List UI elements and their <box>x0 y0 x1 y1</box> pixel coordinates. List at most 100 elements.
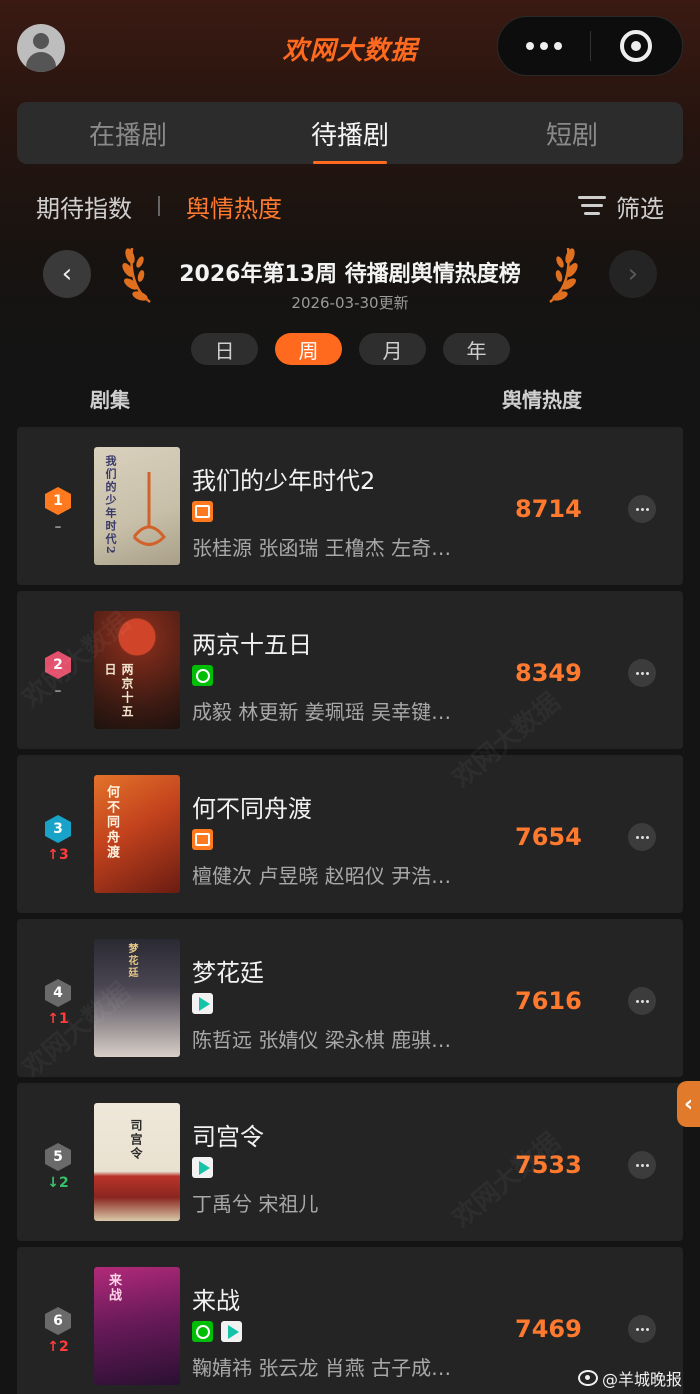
rank-change: ↑1 <box>47 1011 69 1027</box>
heat-value: 7654 <box>515 823 582 851</box>
avatar[interactable] <box>17 24 65 72</box>
period-tab-month[interactable]: 月 <box>359 333 426 365</box>
close-mini-program-button[interactable] <box>591 17 683 75</box>
show-title[interactable]: 两京十五日 <box>192 625 312 660</box>
tencent-video-icon <box>192 993 213 1014</box>
credit-text: @羊城晚报 <box>602 1370 683 1389</box>
next-period-button[interactable]: › <box>609 250 657 298</box>
tab-expectation-index[interactable]: 期待指数 <box>36 189 132 224</box>
app-header: 欢网大数据 <box>0 0 700 95</box>
board-title: 2026年第13周 待播剧舆情热度榜 <box>179 262 521 287</box>
metric-divider <box>158 196 160 216</box>
ranking-list: 1 – 我们的少年时代2 我们的少年时代2 张桂源 张函瑞 王橹杰 左奇… 87… <box>17 427 683 1394</box>
mini-program-capsule <box>497 16 683 76</box>
weibo-icon <box>578 1370 598 1386</box>
show-poster[interactable]: 何不同舟渡 <box>94 775 180 893</box>
brand-text: 欢网大数据 <box>282 35 418 66</box>
previous-period-button[interactable]: ‹ <box>43 250 91 298</box>
poster-title: 何不同舟渡 <box>104 785 119 860</box>
mango-tv-icon <box>192 829 213 850</box>
heat-value: 7469 <box>515 1315 582 1343</box>
iqiyi-icon <box>192 1321 213 1342</box>
avatar-body-icon <box>26 52 56 72</box>
tab-public-opinion-heat[interactable]: 舆情热度 <box>186 189 282 224</box>
rank-change: ↑2 <box>47 1339 69 1355</box>
iqiyi-icon <box>192 665 213 686</box>
heat-value: 7533 <box>515 1151 582 1179</box>
more-menu-button[interactable] <box>498 17 590 75</box>
heat-value: 7616 <box>515 987 582 1015</box>
platform-list <box>192 829 213 850</box>
rank-badge: 2 <box>45 651 71 679</box>
show-title[interactable]: 我们的少年时代2 <box>192 461 375 496</box>
ranking-row[interactable]: 2 – 两京十五日 两京十五日 成毅 林更新 姜珮瑶 吴幸键… 8349 <box>17 591 683 749</box>
ranking-row[interactable]: 5 ↓2 司宫令 司宫令 丁禹兮 宋祖儿 7533 <box>17 1083 683 1241</box>
show-cast: 成毅 林更新 姜珮瑶 吴幸键… <box>192 700 452 724</box>
ranking-row[interactable]: 1 – 我们的少年时代2 我们的少年时代2 张桂源 张函瑞 王橹杰 左奇… 87… <box>17 427 683 585</box>
show-cast: 陈哲远 张婧仪 梁永棋 鹿骐… <box>192 1028 452 1052</box>
column-header-show: 剧集 <box>90 388 130 412</box>
period-tabs: 日 周 月 年 <box>191 333 510 365</box>
tab-short-drama[interactable]: 短剧 <box>461 102 683 164</box>
poster-title: 司宫令 <box>129 1119 143 1161</box>
show-title[interactable]: 何不同舟渡 <box>192 789 312 824</box>
filter-label: 筛选 <box>616 194 664 223</box>
mango-tv-icon <box>192 501 213 522</box>
target-icon <box>620 30 653 62</box>
tab-airing[interactable]: 在播剧 <box>17 102 239 164</box>
rank-change: ↑3 <box>47 847 69 863</box>
platform-list <box>192 993 213 1014</box>
show-poster[interactable]: 梦花廷 <box>94 939 180 1057</box>
side-drawer-toggle[interactable]: ‹ <box>677 1081 700 1127</box>
platform-list <box>192 1321 242 1342</box>
period-tab-year[interactable]: 年 <box>443 333 510 365</box>
show-poster[interactable]: 我们的少年时代2 <box>94 447 180 565</box>
avatar-head-icon <box>33 33 49 49</box>
show-title[interactable]: 梦花廷 <box>192 953 264 988</box>
dot-icon <box>525 42 534 50</box>
heat-value: 8714 <box>515 495 582 523</box>
show-poster[interactable]: 司宫令 <box>94 1103 180 1221</box>
show-cast: 檀健次 卢昱晓 赵昭仪 尹浩… <box>192 864 452 888</box>
rank-badge: 6 <box>45 1307 71 1335</box>
metric-tabs: 期待指数 舆情热度 <box>36 186 282 226</box>
platform-list <box>192 501 213 522</box>
period-tab-week[interactable]: 周 <box>275 333 342 365</box>
rank-change: ↓2 <box>47 1175 69 1191</box>
show-cast: 鞠婧祎 张云龙 肖燕 古子成… <box>192 1356 452 1380</box>
dot-icon <box>553 42 562 50</box>
show-poster[interactable]: 来战 <box>94 1267 180 1385</box>
rank-badge: 3 <box>45 815 71 843</box>
dot-icon <box>539 42 548 50</box>
show-cast: 张桂源 张函瑞 王橹杰 左奇… <box>192 536 452 560</box>
row-more-button[interactable] <box>628 659 656 687</box>
column-header-heat[interactable]: 舆情热度 <box>502 384 582 413</box>
filter-button[interactable]: 筛选 <box>578 186 664 226</box>
row-more-button[interactable] <box>628 1315 656 1343</box>
poster-title: 梦花廷 <box>126 943 137 979</box>
row-more-button[interactable] <box>628 1151 656 1179</box>
period-tab-day[interactable]: 日 <box>191 333 258 365</box>
poster-title: 我们的少年时代2 <box>104 455 117 556</box>
rank-badge: 5 <box>45 1143 71 1171</box>
tencent-video-icon <box>221 1321 242 1342</box>
tab-upcoming[interactable]: 待播剧 <box>239 102 461 164</box>
show-poster[interactable]: 两京十五日 <box>94 611 180 729</box>
poster-title: 两京十五日 <box>103 663 134 719</box>
show-title[interactable]: 来战 <box>192 1281 240 1316</box>
platform-list <box>192 665 213 686</box>
rank-badge: 4 <box>45 979 71 1007</box>
tencent-video-icon <box>192 1157 213 1178</box>
row-more-button[interactable] <box>628 987 656 1015</box>
rank-change: – <box>54 683 62 699</box>
rank-change: – <box>54 519 62 535</box>
row-more-button[interactable] <box>628 823 656 851</box>
ranking-row[interactable]: 4 ↑1 梦花廷 梦花廷 陈哲远 张婧仪 梁永棋 鹿骐… 7616 <box>17 919 683 1077</box>
row-more-button[interactable] <box>628 495 656 523</box>
platform-list <box>192 1157 213 1178</box>
poster-title: 来战 <box>106 1273 121 1303</box>
ranking-row[interactable]: 3 ↑3 何不同舟渡 何不同舟渡 檀健次 卢昱晓 赵昭仪 尹浩… 7654 <box>17 755 683 913</box>
show-cast: 丁禹兮 宋祖儿 <box>192 1192 319 1216</box>
heat-value: 8349 <box>515 659 582 687</box>
show-title[interactable]: 司宫令 <box>192 1117 264 1152</box>
